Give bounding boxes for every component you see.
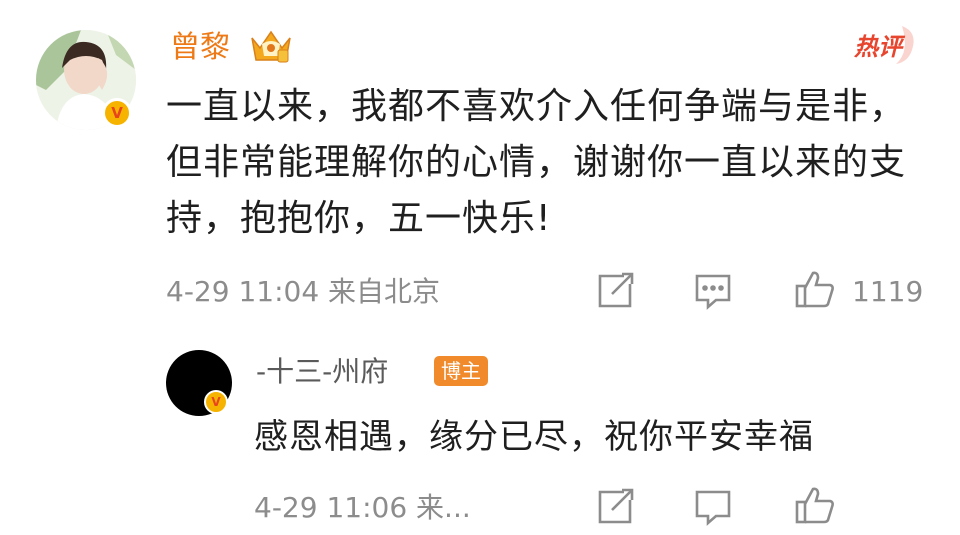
- host-badge: 博主: [434, 356, 488, 386]
- comment-text: 一直以来，我都不喜欢介入任何争端与是非，但非常能理解你的心情，谢谢你一直以来的支…: [166, 86, 907, 239]
- like-icon[interactable]: [794, 268, 836, 310]
- reply-meta: 4-29 11:06 来...: [254, 491, 471, 524]
- comment-meta: 4-29 11:04 来自北京: [166, 275, 441, 308]
- comment-icon[interactable]: [692, 486, 734, 528]
- comment-author[interactable]: 曾黎: [170, 26, 230, 70]
- share-icon[interactable]: [594, 486, 636, 528]
- reply-text: 感恩相遇，缘分已尽，祝你平安幸福: [254, 417, 814, 457]
- like-icon[interactable]: [794, 484, 836, 526]
- reply-author[interactable]: -十三-州府: [256, 352, 388, 392]
- verified-icon: V: [204, 390, 228, 414]
- share-icon[interactable]: [594, 270, 636, 312]
- hot-comment-badge: 热评: [852, 22, 922, 66]
- comment-icon[interactable]: [692, 270, 734, 312]
- crown-badge-icon: [248, 24, 294, 68]
- like-count: 1119: [852, 275, 924, 308]
- verified-icon: V: [102, 98, 132, 128]
